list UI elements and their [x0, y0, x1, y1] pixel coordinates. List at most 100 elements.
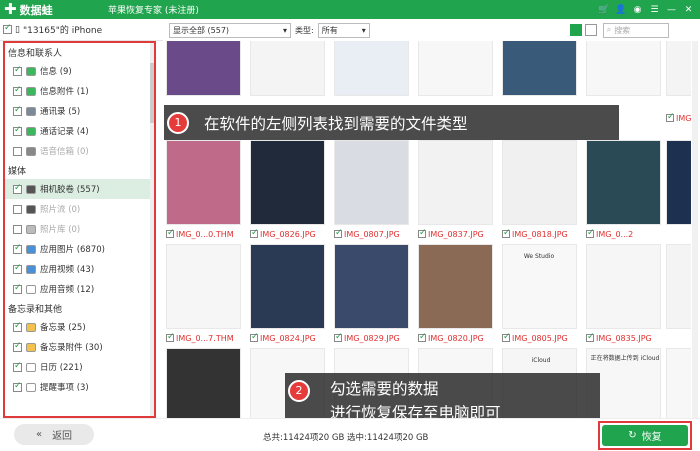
sidebar-item[interactable]: 通话记录 (4) [5, 121, 154, 141]
photo-caption[interactable]: IMG_0835.JPG [586, 331, 652, 345]
photo-thumbnail[interactable] [166, 140, 241, 225]
cart-icon[interactable]: 🛒 [598, 5, 609, 15]
item-checkbox[interactable] [13, 263, 22, 274]
close-icon[interactable]: ✕ [683, 5, 694, 15]
item-checkbox[interactable] [13, 224, 22, 234]
sidebar-item[interactable]: 信息 (9) [5, 61, 154, 81]
photo-caption[interactable]: IMG_0824.JPG [250, 331, 316, 345]
photo-checkbox[interactable] [502, 332, 511, 342]
photo-filename: IMG_0811.JPG [676, 113, 691, 123]
back-label: 返回 [52, 431, 73, 442]
photo-checkbox[interactable] [586, 332, 595, 342]
sidebar-item[interactable]: 应用图片 (6870) [5, 239, 154, 259]
sidebar-item-label: 应用音频 (12) [40, 285, 95, 295]
photo-checkbox[interactable] [586, 228, 595, 238]
item-checkbox[interactable] [13, 146, 22, 156]
photo-thumbnail[interactable] [586, 244, 661, 329]
photo-checkbox[interactable] [502, 228, 511, 238]
photo-checkbox[interactable] [418, 228, 427, 238]
photo-thumbnail[interactable] [334, 140, 409, 225]
back-button[interactable]: « 返回 [14, 424, 94, 445]
filter-dropdown[interactable]: 显示全部 (557) ▾ [169, 22, 291, 38]
grid-scrollbar[interactable] [692, 41, 698, 418]
type-dropdown[interactable]: 所有 ▾ [317, 22, 370, 38]
photo-checkbox[interactable] [250, 228, 259, 238]
photo-thumbnail[interactable] [666, 244, 691, 329]
photo-thumbnail[interactable] [250, 140, 325, 225]
sidebar-item[interactable]: 应用视频 (43) [5, 259, 154, 279]
item-checkbox[interactable] [13, 204, 22, 214]
menu-icon[interactable]: ☰ [649, 5, 660, 15]
photo-caption[interactable]: IMG_0805.JPG [502, 331, 568, 345]
sidebar-item[interactable]: 相机胶卷 (557) [5, 179, 154, 199]
photo-thumbnail[interactable] [334, 244, 409, 329]
item-checkbox[interactable] [13, 125, 22, 136]
photo-caption[interactable]: IMG_0826.JPG [250, 227, 316, 241]
photo-thumbnail[interactable] [418, 41, 493, 96]
item-checkbox[interactable] [13, 381, 22, 392]
photo-thumbnail[interactable] [250, 41, 325, 96]
photo-thumbnail[interactable] [166, 41, 241, 96]
sidebar-item[interactable]: 日历 (221) [5, 357, 154, 377]
item-checkbox[interactable] [13, 341, 22, 352]
sidebar-item[interactable]: 应用音频 (12) [5, 279, 154, 299]
photo-caption[interactable]: IMG_0829.JPG [334, 331, 400, 345]
photo-thumbnail[interactable] [418, 140, 493, 225]
photo-thumbnail[interactable] [586, 41, 661, 96]
photo-thumbnail[interactable] [250, 244, 325, 329]
grid-view-icon[interactable] [569, 24, 582, 36]
photo-checkbox[interactable] [166, 332, 175, 342]
photo-thumbnail[interactable] [166, 244, 241, 329]
sidebar-item[interactable]: 信息附件 (1) [5, 81, 154, 101]
sidebar-item[interactable]: 通讯录 (5) [5, 101, 154, 121]
item-checkbox[interactable] [13, 283, 22, 294]
chat-icon[interactable]: ◉ [632, 5, 643, 15]
photo-caption[interactable]: IMG_0818.JPG [502, 227, 568, 241]
recover-label: 恢复 [641, 432, 662, 443]
user-icon[interactable]: 👤 [615, 5, 626, 15]
photo-thumbnail[interactable] [666, 140, 691, 225]
photo-caption[interactable]: IMG_0...7.THM [166, 331, 234, 345]
photo-thumbnail[interactable] [334, 41, 409, 96]
photo-checkbox[interactable] [418, 332, 427, 342]
sidebar-item[interactable]: 照片库 (0) [5, 219, 154, 239]
sidebar-scrollbar[interactable] [150, 43, 154, 416]
item-checkbox[interactable] [13, 105, 22, 116]
photo-thumbnail[interactable] [502, 41, 577, 96]
item-checkbox[interactable] [13, 321, 22, 332]
photo-checkbox[interactable] [166, 228, 175, 238]
photo-thumbnail[interactable] [418, 244, 493, 329]
photo-thumbnail[interactable] [166, 348, 241, 418]
photo-checkbox[interactable] [250, 332, 259, 342]
search-input[interactable]: ⌕ 搜索 [602, 22, 669, 38]
select-all-checkbox[interactable] [3, 23, 12, 34]
photo-thumbnail[interactable] [666, 348, 691, 418]
item-checkbox[interactable] [13, 183, 22, 194]
photo-checkbox[interactable] [666, 112, 675, 122]
photo-checkbox[interactable] [334, 228, 343, 238]
sidebar-item[interactable]: 语音信箱 (0) [5, 141, 154, 161]
minimize-icon[interactable]: — [666, 5, 677, 15]
photo-checkbox[interactable] [334, 332, 343, 342]
app-logo: ✚ 数据蛙 [4, 2, 104, 18]
item-checkbox[interactable] [13, 85, 22, 96]
sidebar-item[interactable]: 备忘录 (25) [5, 317, 154, 337]
photo-thumbnail[interactable] [586, 140, 661, 225]
bottom-bar: « 返回 总共:11424项20 GB 选中:11424项20 GB ↻ 恢复 [0, 418, 700, 451]
photo-thumbnail[interactable] [502, 140, 577, 225]
photo-caption[interactable]: IMG_0820.JPG [418, 331, 484, 345]
sidebar-item[interactable]: 提醒事项 (3) [5, 377, 154, 397]
list-view-icon[interactable] [584, 24, 597, 36]
recover-button[interactable]: ↻ 恢复 [602, 425, 688, 446]
photo-caption[interactable]: IMG_0807.JPG [334, 227, 400, 241]
photo-thumbnail[interactable] [666, 41, 691, 96]
photo-caption[interactable]: IMG_0837.JPG [418, 227, 484, 241]
sidebar-item[interactable]: 照片流 (0) [5, 199, 154, 219]
photo-caption[interactable]: IMG_0...0.THM [166, 227, 234, 241]
item-checkbox[interactable] [13, 65, 22, 76]
photo-caption[interactable]: IMG_0811.JPG [666, 111, 691, 125]
item-checkbox[interactable] [13, 243, 22, 254]
sidebar-item[interactable]: 备忘录附件 (30) [5, 337, 154, 357]
photo-caption[interactable]: IMG_0...2 [586, 227, 633, 241]
item-checkbox[interactable] [13, 361, 22, 372]
